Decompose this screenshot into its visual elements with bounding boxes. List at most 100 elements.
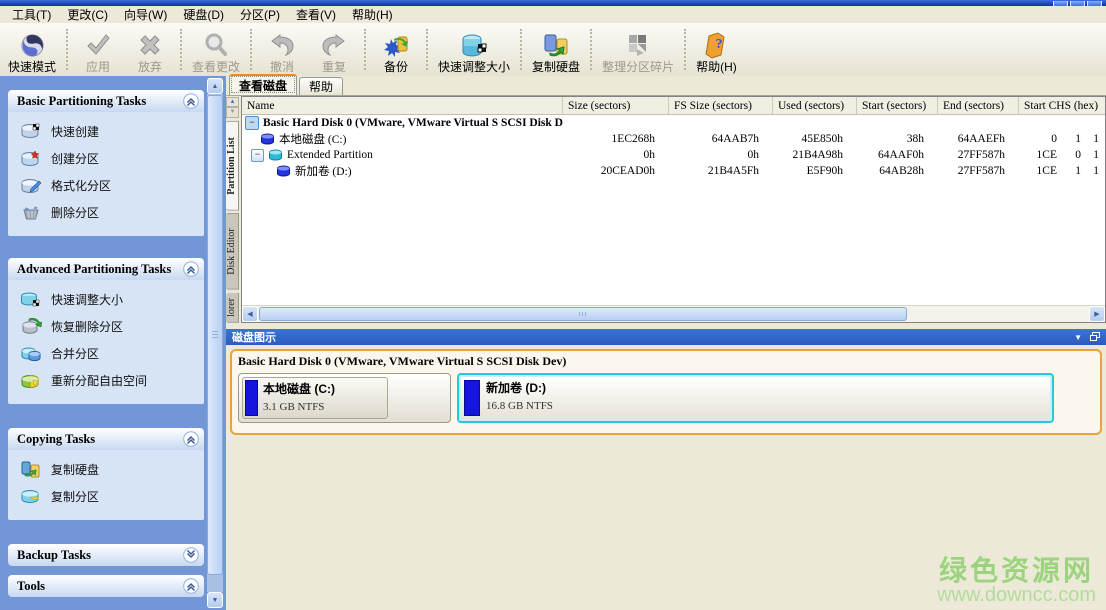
table-horizontal-scrollbar[interactable]: ◀ ▶ (242, 305, 1105, 322)
sidebar-item-merge-partitions[interactable]: 合并分区 (8, 340, 204, 367)
redistribute-free-space-icon (20, 372, 42, 389)
sidebar-item-label: 重新分配自由空间 (51, 372, 147, 389)
vtab-partition-list[interactable]: Partition List (226, 121, 239, 211)
vtab-disk-editor[interactable]: Disk Editor (226, 213, 239, 290)
sidebar-item-redistribute-free-space[interactable]: 重新分配自由空间 (8, 367, 204, 394)
menu-item-partition[interactable]: 分区(P) (232, 5, 288, 24)
toolbar-button-defragment[interactable]: 整理分区碎片 (596, 23, 680, 76)
table-row-extended-partition[interactable]: − Extended Partition 0h 0h 21B4A98h 64AA… (242, 147, 1105, 163)
scroll-up-arrow-icon[interactable]: ▲ (207, 78, 223, 94)
watermark-site-name: 绿色资源网 (937, 556, 1096, 585)
sidebar-item-label: 合并分区 (51, 345, 99, 362)
watermark-site-url: www.downcc.com (937, 585, 1096, 606)
partition-size: 3.1 GB NTFS (263, 401, 335, 413)
table-row-disk[interactable]: − Basic Hard Disk 0 (VMware, VMware Virt… (242, 115, 1105, 131)
menu-item-view[interactable]: 查看(V) (288, 5, 344, 24)
toolbar-button-label: 快速调整大小 (438, 60, 510, 74)
menu-item-changes[interactable]: 更改(C) (59, 5, 116, 24)
scrollbar-thumb[interactable] (207, 95, 223, 575)
toolbar: 快速模式 应用 放弃 查看更改 撤消 (0, 23, 1106, 76)
scroll-right-arrow-icon[interactable]: ▶ (1089, 306, 1105, 322)
application-window: 工具(T) 更改(C) 向导(W) 硬盘(D) 分区(P) 查看(V) 帮助(H… (0, 0, 1106, 610)
tab-help[interactable]: 帮助 (299, 77, 343, 95)
toolbar-button-copy-disk[interactable]: 复制硬盘 (526, 23, 586, 76)
sidebar-item-copy-partition[interactable]: 复制分区 (8, 483, 204, 510)
panel-header[interactable]: Advanced Partitioning Tasks (8, 258, 204, 280)
toolbar-button-label: 撤消 (270, 60, 294, 74)
table-row-partition-c[interactable]: 本地磁盘 (C:) 1EC268h 64AAB7h 45E850h 38h 64… (242, 131, 1105, 147)
collapse-expander-icon[interactable]: − (245, 116, 259, 130)
toolbar-button-label: 帮助(H) (696, 60, 737, 74)
toolbar-button-help[interactable]: ? 帮助(H) (690, 23, 743, 76)
toolbar-button-fast-mode[interactable]: 快速模式 (2, 23, 62, 76)
panel-header[interactable]: Copying Tasks (8, 428, 204, 450)
cell-end: 64AAEFh (938, 133, 1019, 145)
scrollbar-thumb[interactable] (259, 307, 907, 321)
sidebar-item-format-partition[interactable]: 格式化分区 (8, 172, 204, 199)
column-header-size[interactable]: Size (sectors) (563, 97, 669, 115)
sidebar-item-quick-resize[interactable]: 快速调整大小 (8, 286, 204, 313)
vtab-explorer[interactable]: lorer (226, 293, 239, 323)
dropdown-arrow-icon[interactable]: ▼ (1074, 333, 1082, 342)
panel-header[interactable]: Backup Tasks (8, 544, 204, 566)
column-header-used[interactable]: Used (sectors) (773, 97, 857, 115)
menu-item-harddisk[interactable]: 硬盘(D) (175, 5, 232, 24)
vtab-scroll-down-icon[interactable]: ▼ (226, 107, 239, 117)
expand-chevron-icon[interactable] (183, 547, 199, 563)
toolbar-separator (590, 29, 592, 70)
panel-header[interactable]: Basic Partitioning Tasks (8, 90, 204, 112)
partition-block-c[interactable]: 本地磁盘 (C:) 3.1 GB NTFS (238, 373, 451, 423)
cell-size: 20CEAD0h (563, 165, 669, 177)
row-name: Basic Hard Disk 0 (VMware, VMware Virtua… (263, 117, 563, 129)
cell-start: 64AB28h (857, 165, 938, 177)
panel-title: Tools (17, 579, 45, 594)
partition-block-d-selected[interactable]: 新加卷 (D:) 16.8 GB NTFS (457, 373, 1054, 423)
scroll-left-arrow-icon[interactable]: ◀ (242, 306, 258, 322)
collapse-expander-icon[interactable]: − (251, 149, 264, 162)
scroll-down-arrow-icon[interactable]: ▼ (207, 592, 223, 608)
collapse-chevron-icon[interactable] (183, 93, 199, 109)
cell-used: 45E850h (773, 133, 857, 145)
cell-end: 27FF587h (938, 165, 1019, 177)
sidebar-item-label: 删除分区 (51, 204, 99, 221)
column-header-start[interactable]: Start (sectors) (857, 97, 938, 115)
collapse-chevron-icon[interactable] (183, 431, 199, 447)
disk-map-titlebar: 磁盘图示 ▼ (226, 329, 1106, 345)
collapse-chevron-icon[interactable] (183, 261, 199, 277)
sidebar-item-undelete-partition[interactable]: 恢复删除分区 (8, 313, 204, 340)
column-header-end[interactable]: End (sectors) (938, 97, 1019, 115)
tab-view-disks[interactable]: 查看磁盘 (229, 74, 297, 95)
apply-check-icon (84, 30, 112, 60)
sidebar-item-copy-hard-disk[interactable]: 复制硬盘 (8, 456, 204, 483)
sidebar-item-delete-partition[interactable]: 删除分区 (8, 199, 204, 226)
table-row-partition-d[interactable]: 新加卷 (D:) 20CEAD0h 21B4A5Fh E5F90h 64AB28… (242, 163, 1105, 179)
toolbar-button-label: 快速模式 (8, 60, 56, 74)
sidebar-scrollbar[interactable]: ▲ ▼ (207, 78, 223, 608)
toolbar-button-apply[interactable]: 应用 (72, 23, 124, 76)
collapse-chevron-icon[interactable] (183, 578, 199, 594)
menu-item-tools[interactable]: 工具(T) (4, 5, 59, 24)
sidebar-item-quick-create[interactable]: 快速创建 (8, 118, 204, 145)
toolbar-button-quick-resize[interactable]: 快速调整大小 (432, 23, 516, 76)
toolbar-button-backup[interactable]: 备份 (370, 23, 422, 76)
toolbar-button-label: 复制硬盘 (532, 60, 580, 74)
sidebar-item-label: 创建分区 (51, 150, 99, 167)
vtab-scroll-up-icon[interactable]: ▲ (226, 97, 239, 107)
toolbar-button-undo[interactable]: 撤消 (256, 23, 308, 76)
column-header-name[interactable]: Name (242, 97, 563, 115)
panel-header[interactable]: Tools (8, 575, 204, 597)
scrollbar-track[interactable] (258, 306, 1089, 322)
content-area: 查看磁盘 帮助 ▲ ▼ Partition List Disk Editor l… (226, 76, 1106, 610)
scrollbar-track[interactable] (207, 94, 223, 592)
toolbar-separator (426, 29, 428, 70)
column-header-start-chs[interactable]: Start CHS (hex) (1019, 97, 1105, 115)
menu-item-help[interactable]: 帮助(H) (344, 5, 401, 24)
sidebar-item-create-partition[interactable]: 创建分区 (8, 145, 204, 172)
undock-window-icon[interactable] (1090, 332, 1100, 343)
column-header-fs-size[interactable]: FS Size (sectors) (669, 97, 773, 115)
toolbar-button-discard[interactable]: 放弃 (124, 23, 176, 76)
menu-item-wizard[interactable]: 向导(W) (116, 5, 175, 24)
toolbar-button-view-changes[interactable]: 查看更改 (186, 23, 246, 76)
copy-partition-icon (20, 488, 42, 505)
toolbar-button-redo[interactable]: 重复 (308, 23, 360, 76)
